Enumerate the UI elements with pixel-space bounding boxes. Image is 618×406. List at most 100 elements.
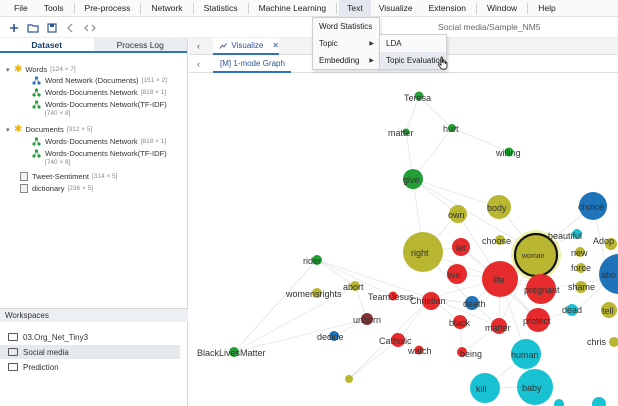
menu-file[interactable]: File: [6, 0, 36, 17]
tree-item-label: dictionary: [32, 184, 65, 193]
menu-item-word-statistics[interactable]: Word Statistics: [313, 18, 379, 35]
star-icon: ✱: [14, 124, 23, 135]
text-menu-dropdown: Word Statistics Topic ▶ Embedding ▶: [312, 17, 380, 70]
graph-node[interactable]: [592, 397, 606, 406]
chart-icon: [219, 42, 227, 49]
menu-extension[interactable]: Extension: [421, 0, 474, 17]
node-label: dead: [562, 305, 582, 315]
menu-divider: [336, 2, 338, 14]
menu-preprocess[interactable]: Pre-process: [77, 0, 139, 17]
menu-divider: [192, 2, 194, 14]
tree-item-dictionary[interactable]: dictionary [236 × 5]: [20, 184, 93, 193]
node-label: choice: [578, 202, 604, 212]
workspace-item[interactable]: 03.Org_Net_Tiny3: [0, 330, 180, 344]
save-icon[interactable]: [44, 21, 60, 35]
tree-item-words-documents-network[interactable]: Words-Documents Network [818 × 1]: [32, 88, 166, 97]
network-icon: [32, 149, 41, 158]
chevron-icon[interactable]: [63, 21, 79, 35]
node-label: let: [456, 243, 466, 253]
node-label: abort: [343, 282, 364, 292]
plus-icon[interactable]: [6, 21, 22, 35]
tree-item-label: Tweet-Sentiment: [32, 172, 89, 181]
node-label: unborn: [353, 315, 381, 325]
node-label: force: [571, 263, 591, 273]
caret-right-icon: ▶: [369, 58, 374, 64]
tree-item-count: [314 × 5]: [91, 173, 118, 180]
tree-item-count: [236 × 5]: [67, 185, 93, 192]
tree-item-count-row: [740 × 8]: [45, 110, 70, 117]
tree-item-words-documents-network-tfidf[interactable]: Words-Documents Network(TF-IDF): [32, 100, 167, 109]
tab-process-log[interactable]: Process Log: [93, 38, 187, 51]
graph-canvas[interactable]: Teresa matter hurt willing give own body…: [189, 74, 618, 406]
tree-item-label: Words-Documents Network(TF-IDF): [45, 149, 167, 158]
node-label: watch: [407, 346, 432, 356]
tree-item-label: Words-Documents Network: [45, 88, 138, 97]
tree-item-word-network[interactable]: Word Network (Documents) [151 × 2]: [32, 76, 167, 85]
menu-network[interactable]: Network: [143, 0, 190, 17]
node-label: matter: [388, 128, 414, 138]
menu-tools[interactable]: Tools: [36, 0, 72, 17]
chevron-down-icon[interactable]: ▾: [6, 66, 14, 74]
folder-icon: [8, 333, 18, 341]
left-panel: Dataset Process Log ▾ ✱ Words [124 × 7] …: [0, 38, 188, 406]
node-label: womensrights: [285, 289, 342, 299]
tree-item-doc-words-documents-network[interactable]: Words-Documents Network [818 × 1]: [32, 137, 166, 146]
star-icon: ✱: [14, 64, 23, 75]
table-icon: [20, 184, 28, 193]
chevron-left-icon[interactable]: ‹: [197, 41, 200, 51]
menu-statistics[interactable]: Statistics: [196, 0, 246, 17]
chevron-left-icon[interactable]: ‹: [197, 59, 200, 69]
node-label: Catholic: [379, 336, 412, 346]
folder-icon[interactable]: [25, 21, 41, 35]
node-label: right: [411, 248, 429, 258]
node-label: chris: [587, 337, 607, 347]
tab-dataset[interactable]: Dataset: [0, 38, 94, 51]
network-icon: [32, 137, 41, 146]
network-icon: [32, 88, 41, 97]
tree-item-count: [740 × 8]: [45, 110, 71, 117]
menu-window[interactable]: Window: [479, 0, 525, 17]
tree-item-tweet-sentiment[interactable]: Tweet-Sentiment [314 × 5]: [20, 172, 117, 181]
folder-icon: [8, 363, 18, 371]
node-label: being: [460, 349, 482, 359]
graph-node[interactable]: [554, 399, 564, 406]
graph-node[interactable]: [345, 375, 353, 383]
node-label: Teresa: [404, 93, 431, 103]
menu-bar: File Tools Pre-process Network Statistic…: [0, 0, 618, 17]
close-icon[interactable]: ✕: [272, 41, 279, 50]
network-graph[interactable]: Teresa matter hurt willing give own body…: [189, 74, 618, 406]
node-label: decide: [317, 332, 344, 342]
menu-item-topic[interactable]: Topic ▶: [313, 35, 379, 52]
menu-visualize[interactable]: Visualize: [371, 0, 421, 17]
menu-machine-learning[interactable]: Machine Learning: [251, 0, 335, 17]
menu-help[interactable]: Help: [530, 0, 563, 17]
tree-item-doc-words-documents-network-tfidf[interactable]: Words-Documents Network(TF-IDF): [32, 149, 167, 158]
tree-item-count-row: [740 × 8]: [45, 159, 70, 166]
menu-item-embedding[interactable]: Embedding ▶: [313, 52, 379, 69]
workspaces-header: Workspaces: [0, 308, 188, 322]
code-icon[interactable]: [82, 21, 98, 35]
workspace-item[interactable]: Prediction: [0, 360, 180, 374]
node-label: new: [571, 248, 588, 258]
menu-divider: [247, 2, 249, 14]
tree-item-words[interactable]: ▾ ✱ Words [124 × 7]: [6, 64, 76, 75]
tab-1-mode-graph[interactable]: [M] 1-mode Graph: [213, 56, 291, 73]
menu-text[interactable]: Text: [339, 0, 371, 17]
node-label: BlackLivesMatter: [197, 348, 266, 358]
node-label: black: [449, 318, 471, 328]
node-label: protect: [523, 316, 551, 326]
node-label: own: [448, 210, 465, 220]
breadcrumb-path: Social media/Sample_NM5: [438, 22, 541, 32]
hand-cursor-icon: [437, 56, 448, 70]
tree-item-documents[interactable]: ▾ ✱ Documents [312 × 5]: [6, 124, 92, 135]
node-label: body: [487, 203, 507, 213]
workspace-item[interactable]: Social media: [0, 345, 180, 359]
node-label: TeamJesus: [368, 292, 414, 302]
tab-visualize[interactable]: Visualize ✕: [213, 38, 279, 55]
chevron-down-icon[interactable]: ▾: [6, 126, 14, 134]
menu-item-lda[interactable]: LDA: [380, 35, 446, 52]
tree-item-count: [740 × 8]: [45, 159, 71, 166]
graph-node[interactable]: [609, 337, 618, 347]
menu-divider: [475, 2, 477, 14]
caret-right-icon: ▶: [369, 41, 374, 47]
